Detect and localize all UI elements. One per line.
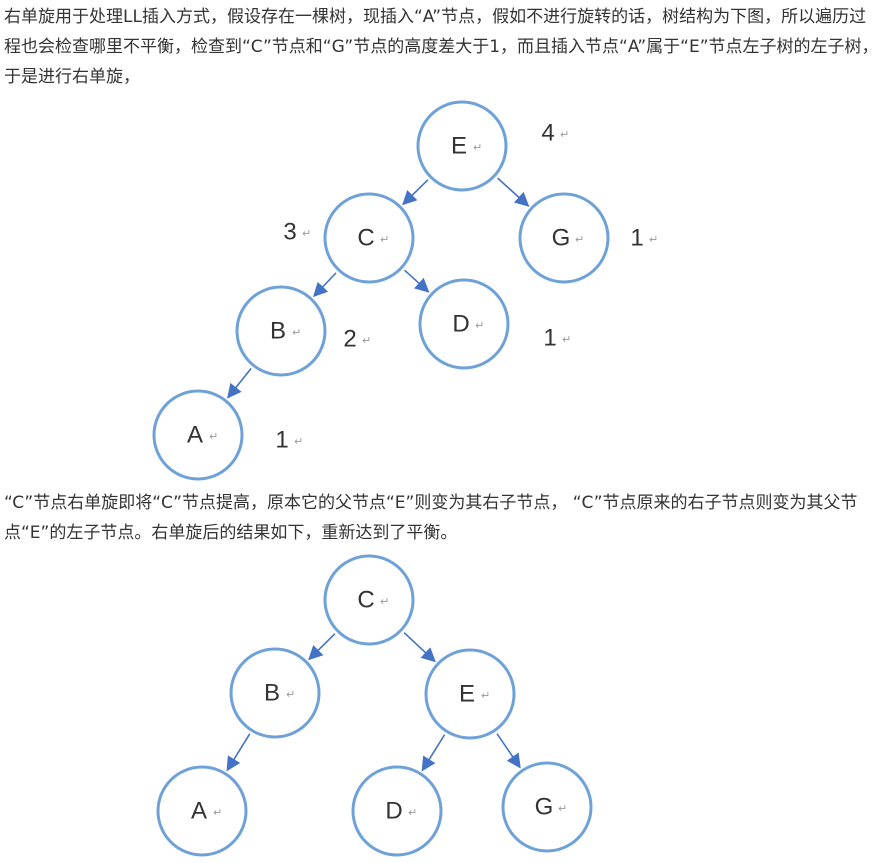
paragraph-mark-icon: ↵ [380,595,389,608]
paragraph-mark-icon: ↵ [380,233,389,246]
paragraph-mark-icon: ↵ [286,688,295,701]
before-height-a: 1 [275,427,288,454]
before-height-g: 1 [630,225,643,252]
before-edge-e-g [497,177,530,207]
after-edge-e-d [421,734,446,772]
after-edge-b-a [226,733,251,772]
after-node-label-d: D [385,798,402,825]
before-node-label-b: B [270,318,286,345]
before-node-label-a: A [187,422,203,449]
after-edge-e-g [496,733,521,769]
before-node-label-d: D [452,311,469,338]
paragraph-mark-icon: ↵ [362,334,371,347]
after-edge-c-b [308,633,336,661]
paragraph-mark-icon: ↵ [558,802,567,815]
paragraph-mark-icon: ↵ [575,233,584,246]
paragraph-mark-icon: ↵ [560,128,569,141]
after-edge-c-e [403,632,436,663]
paragraph-mark-icon: ↵ [209,430,218,443]
paragraph-mark-icon: ↵ [475,319,484,332]
before-edge-e-c [402,179,429,206]
paragraph-mark-icon: ↵ [292,326,301,339]
before-edge-b-a [227,368,252,399]
before-edge-c-d [404,269,430,293]
after-node-label-a: A [191,798,207,825]
tree-before-rotation: E ↵ 4 ↵ C ↵ 3 ↵ G ↵ 1 ↵ B ↵ 2 ↵ D ↵ 1 ↵ A ↵ 1 ↵ [152,100,658,481]
paragraph-mark-icon: ↵ [481,689,490,702]
paragraph-mark-icon: ↵ [473,141,482,154]
paragraph-mark-icon: ↵ [649,233,658,246]
after-node-label-e: E [459,681,475,708]
paragraph-mark-icon: ↵ [302,227,311,240]
before-height-e: 4 [541,120,554,147]
paragraph-mark-icon: ↵ [562,333,571,346]
before-node-label-e: E [451,133,467,160]
before-node-label-g: G [552,225,571,252]
before-height-c: 3 [283,219,296,246]
before-node-label-c: C [357,225,374,252]
after-node-label-b: B [264,680,280,707]
paragraph-mark-icon: ↵ [294,435,303,448]
before-height-b: 2 [343,326,356,353]
after-node-label-c: C [357,587,374,614]
paragraph-mark-icon: ↵ [408,806,417,819]
before-height-d: 1 [543,325,556,352]
tree-after-rotation: C ↵ B ↵ E ↵ A ↵ D ↵ G ↵ [156,554,593,857]
avl-rotation-diagram: E ↵ 4 ↵ C ↵ 3 ↵ G ↵ 1 ↵ B ↵ 2 ↵ D ↵ 1 ↵ A ↵ 1 ↵ C ↵ B ↵ E ↵ A ↵ D ↵ G ↵ [152,100,658,857]
after-node-label-g: G [535,794,554,821]
paragraph-mark-icon: ↵ [213,806,222,819]
before-edge-c-b [313,272,337,298]
